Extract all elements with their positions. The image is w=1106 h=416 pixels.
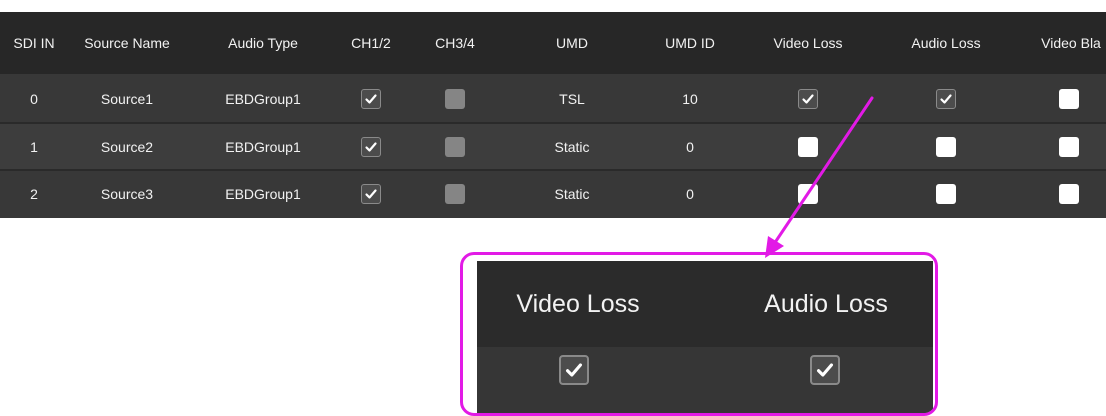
- checkmark-icon: [802, 93, 814, 104]
- header-umd-id: UMD ID: [665, 35, 715, 51]
- cell-source-name: Source1: [100, 90, 154, 107]
- table-row[interactable]: 1 Source2 EBDGroup1 Static 0: [0, 123, 1106, 170]
- table-row[interactable]: 0 Source1 EBDGroup1 TSL 10: [0, 74, 1106, 123]
- cell-umd: Static: [554, 138, 590, 155]
- video-loss-checkbox[interactable]: [798, 136, 818, 157]
- checkmark-icon: [817, 363, 833, 377]
- header-video-black: Video Bla: [1041, 35, 1101, 51]
- header-ch34: CH3/4: [435, 35, 475, 51]
- checkmark-icon: [365, 93, 377, 104]
- row-divider: [0, 122, 1106, 124]
- cell-sdi-in: 1: [30, 138, 38, 155]
- ch34-checkbox[interactable]: [445, 184, 465, 204]
- source-table: SDI IN Source Name Audio Type CH1/2 CH3/…: [0, 12, 1106, 218]
- table-header-row: SDI IN Source Name Audio Type CH1/2 CH3/…: [0, 12, 1106, 74]
- cell-umd: TSL: [559, 90, 585, 107]
- header-video-loss: Video Loss: [773, 35, 843, 51]
- ch12-checkbox[interactable]: [361, 136, 381, 157]
- audio-loss-checkbox[interactable]: [936, 136, 956, 157]
- zoom-panel: Video Loss Audio Loss: [477, 261, 933, 413]
- cell-umd-id: 0: [686, 186, 694, 202]
- header-audio-loss: Audio Loss: [911, 35, 981, 51]
- zoom-audio-loss-checkbox[interactable]: [810, 355, 840, 385]
- cell-source-name: Source2: [100, 138, 154, 155]
- zoom-callout: Video Loss Audio Loss: [460, 252, 938, 416]
- cell-umd-id: 0: [686, 138, 694, 155]
- cell-audio-type: EBDGroup1: [225, 186, 301, 202]
- checkmark-icon: [566, 363, 582, 377]
- ch34-checkbox[interactable]: [445, 136, 465, 157]
- video-black-checkbox[interactable]: [1059, 88, 1079, 109]
- zoom-value-row: [477, 347, 933, 413]
- header-umd: UMD: [556, 35, 588, 51]
- cell-umd-id: 10: [682, 90, 698, 107]
- audio-loss-checkbox[interactable]: [936, 88, 956, 109]
- audio-loss-checkbox[interactable]: [936, 184, 956, 204]
- header-sdi-in: SDI IN: [13, 35, 55, 51]
- cell-audio-type: EBDGroup1: [225, 90, 301, 107]
- cell-umd: Static: [554, 186, 590, 202]
- header-source-name: Source Name: [84, 35, 170, 51]
- checkmark-icon: [365, 141, 377, 152]
- ch12-checkbox[interactable]: [361, 184, 381, 204]
- cell-sdi-in: 2: [30, 186, 38, 202]
- cell-sdi-in: 0: [30, 90, 38, 107]
- video-black-checkbox[interactable]: [1059, 136, 1079, 157]
- zoom-header-row: Video Loss Audio Loss: [477, 261, 933, 347]
- video-loss-checkbox[interactable]: [798, 88, 818, 109]
- cell-source-name: Source3: [100, 186, 154, 202]
- video-loss-checkbox[interactable]: [798, 184, 818, 204]
- ch12-checkbox[interactable]: [361, 88, 381, 109]
- zoom-header-video-loss: Video Loss: [516, 289, 640, 318]
- checkmark-icon: [940, 93, 952, 104]
- zoom-header-audio-loss: Audio Loss: [764, 289, 888, 318]
- row-divider: [0, 169, 1106, 171]
- checkmark-icon: [365, 189, 377, 199]
- header-ch12: CH1/2: [351, 35, 391, 51]
- ch34-checkbox[interactable]: [445, 88, 465, 109]
- zoom-video-loss-checkbox[interactable]: [559, 355, 589, 385]
- video-black-checkbox[interactable]: [1059, 184, 1079, 204]
- header-audio-type: Audio Type: [228, 35, 298, 51]
- table-row[interactable]: 2 Source3 EBDGroup1 Static 0: [0, 170, 1106, 218]
- cell-audio-type: EBDGroup1: [225, 138, 301, 155]
